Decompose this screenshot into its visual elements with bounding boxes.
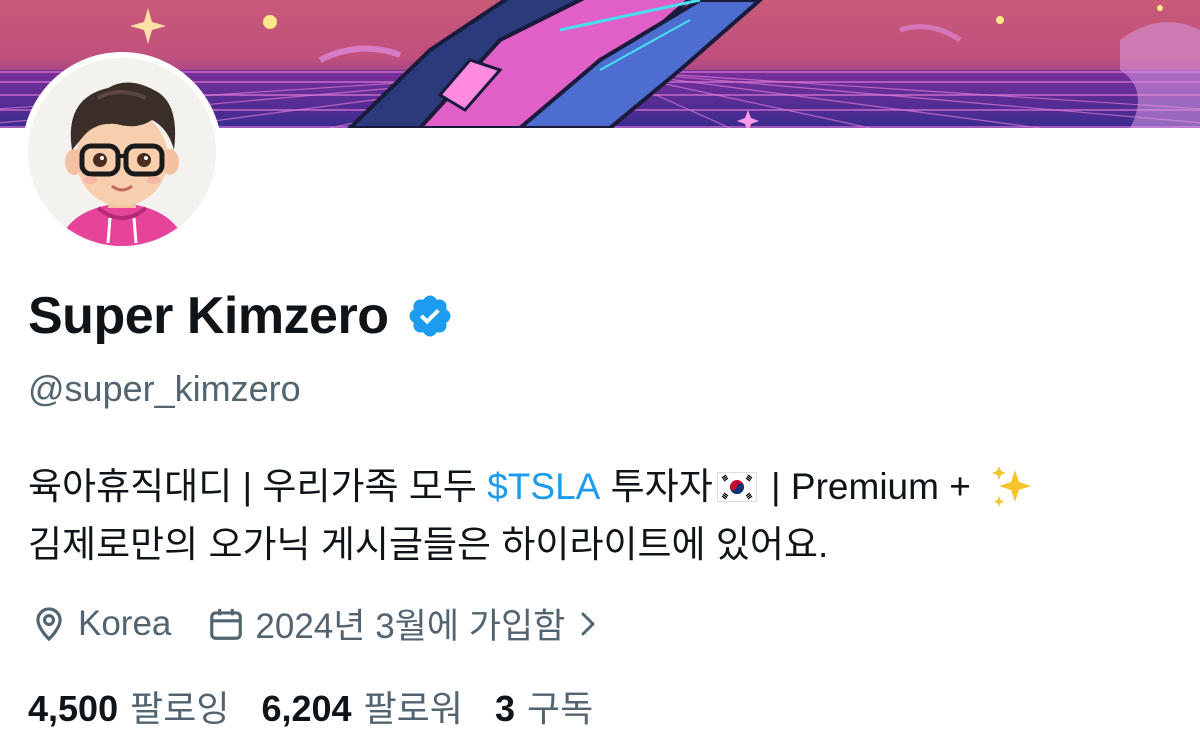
following-count[interactable]: 4,500 — [28, 688, 118, 730]
avatar[interactable] — [28, 58, 216, 246]
following-label[interactable]: 팔로잉 — [130, 680, 229, 732]
subscriptions-count[interactable]: 3 — [495, 688, 515, 730]
avatar-frame[interactable] — [22, 52, 222, 252]
verified-badge-icon[interactable] — [406, 292, 454, 340]
calendar-icon — [210, 608, 243, 640]
profile-stats: 4,500 팔로잉 6,204 팔로워 3 구독 — [28, 680, 625, 732]
chevron-right-icon[interactable] — [575, 606, 601, 642]
bio-text: | Premium + — [760, 466, 971, 507]
display-name: Super Kimzero — [28, 287, 389, 345]
followers-count[interactable]: 6,204 — [261, 688, 351, 730]
followers-label[interactable]: 팔로워 — [364, 680, 463, 732]
profile-bio: 육아휴직대디 | 우리가족 모두 $TSLA 투자자 | Premium + 김… — [28, 458, 1178, 574]
korea-flag-icon — [716, 472, 757, 502]
profile-meta: Korea 2024년 3월에 가입함 — [30, 598, 601, 649]
bio-text: 투자자 — [600, 466, 713, 507]
bio-text: 육아휴직대디 | 우리가족 모두 — [28, 466, 488, 507]
subscriptions-label[interactable]: 구독 — [527, 680, 593, 732]
joined-date[interactable]: 2024년 3월에 가입함 — [255, 598, 565, 649]
cashtag-link[interactable]: $TSLA — [487, 458, 600, 516]
bio-line-1: 육아휴직대디 | 우리가족 모두 $TSLA 투자자 | Premium + — [28, 458, 1178, 516]
profile-name-row: Super Kimzero — [28, 286, 454, 346]
location-pin-icon — [36, 606, 62, 641]
location-text: Korea — [78, 603, 172, 643]
profile-handle: @super_kimzero — [28, 368, 301, 409]
sparkles-icon — [991, 466, 1031, 507]
bio-line-2: 김제로만의 오가닉 게시글들은 하이라이트에 있어요. — [28, 524, 829, 565]
